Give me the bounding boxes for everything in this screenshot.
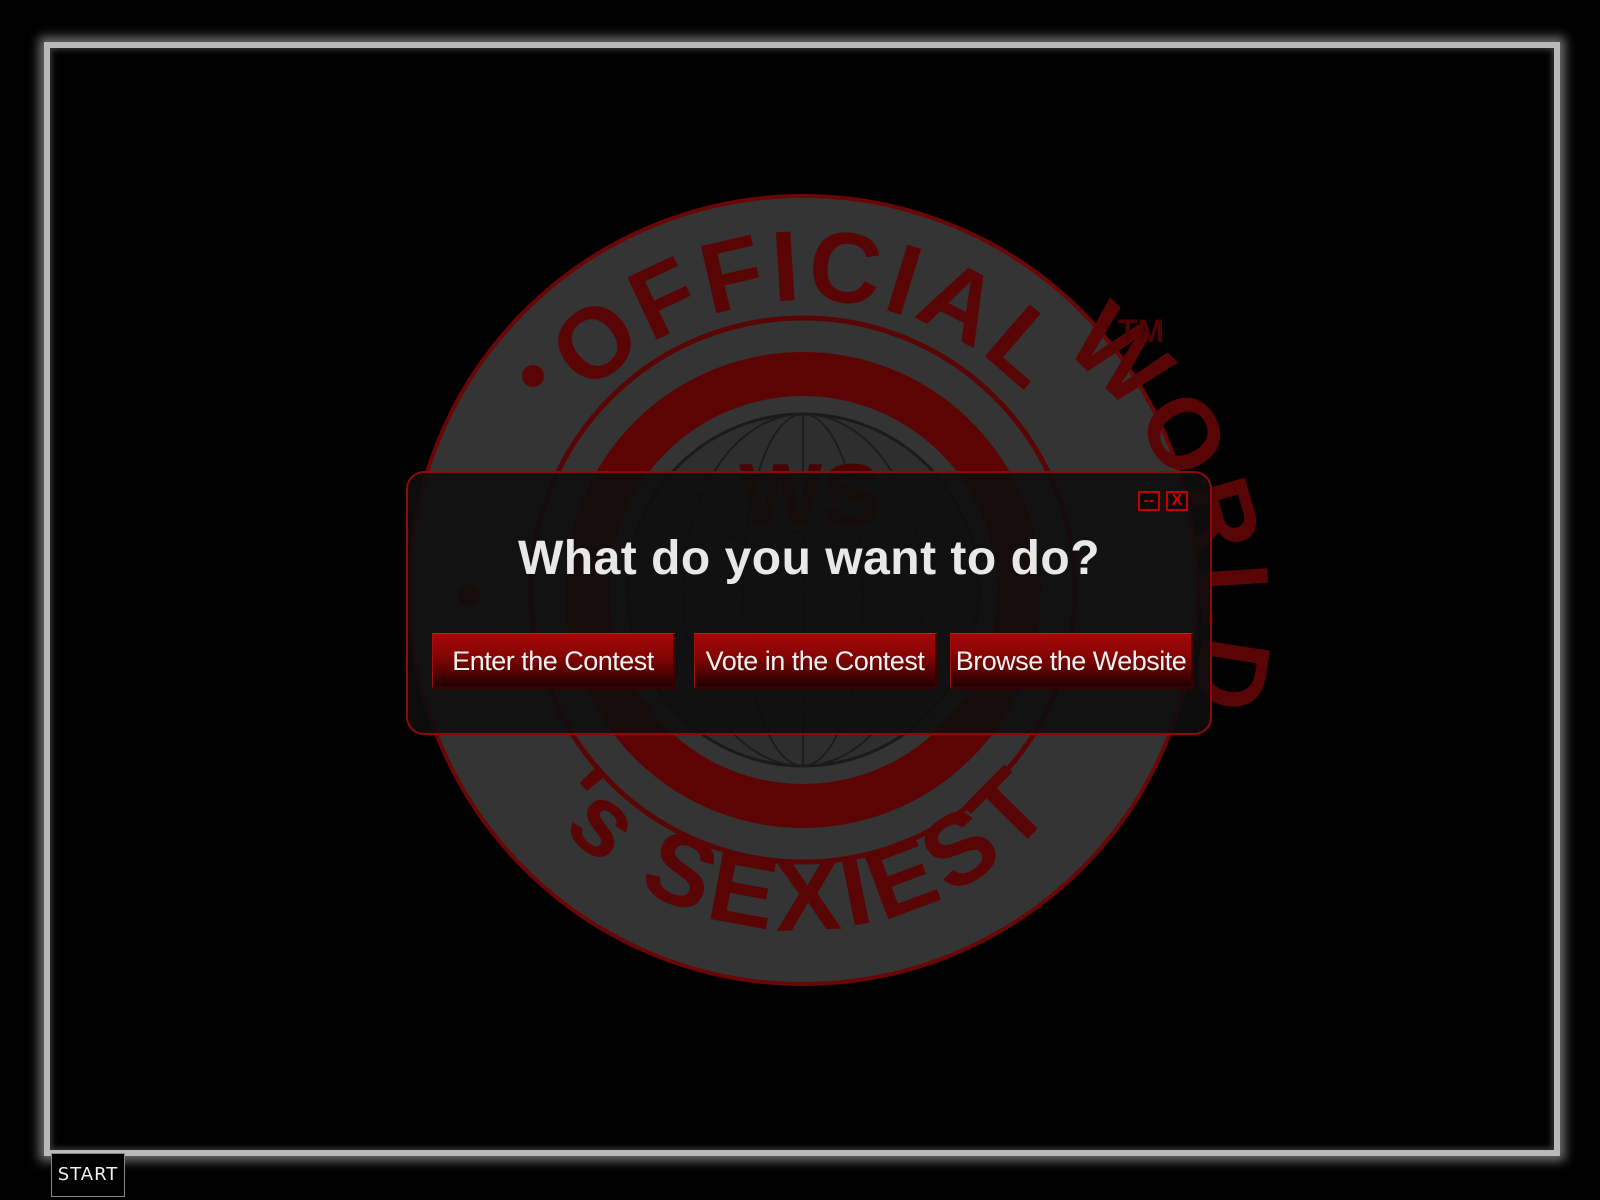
action-button-row: Enter the Contest Vote in the Contest Br… — [424, 633, 1194, 693]
window-controls: -- X — [1138, 491, 1188, 511]
enter-contest-button[interactable]: Enter the Contest — [432, 633, 676, 689]
vote-contest-button[interactable]: Vote in the Contest — [694, 633, 938, 689]
browse-website-button[interactable]: Browse the Website — [950, 633, 1194, 689]
close-button[interactable]: X — [1166, 491, 1188, 511]
choice-dialog: -- X What do you want to do? Enter the C… — [406, 471, 1212, 735]
start-button[interactable]: START — [51, 1153, 125, 1197]
minimize-button[interactable]: -- — [1138, 491, 1160, 511]
dialog-title: What do you want to do? — [517, 532, 1101, 585]
screen: WS OFFICIAL WORLD 's SEXIEST TM -- X Wha… — [0, 0, 1600, 1200]
